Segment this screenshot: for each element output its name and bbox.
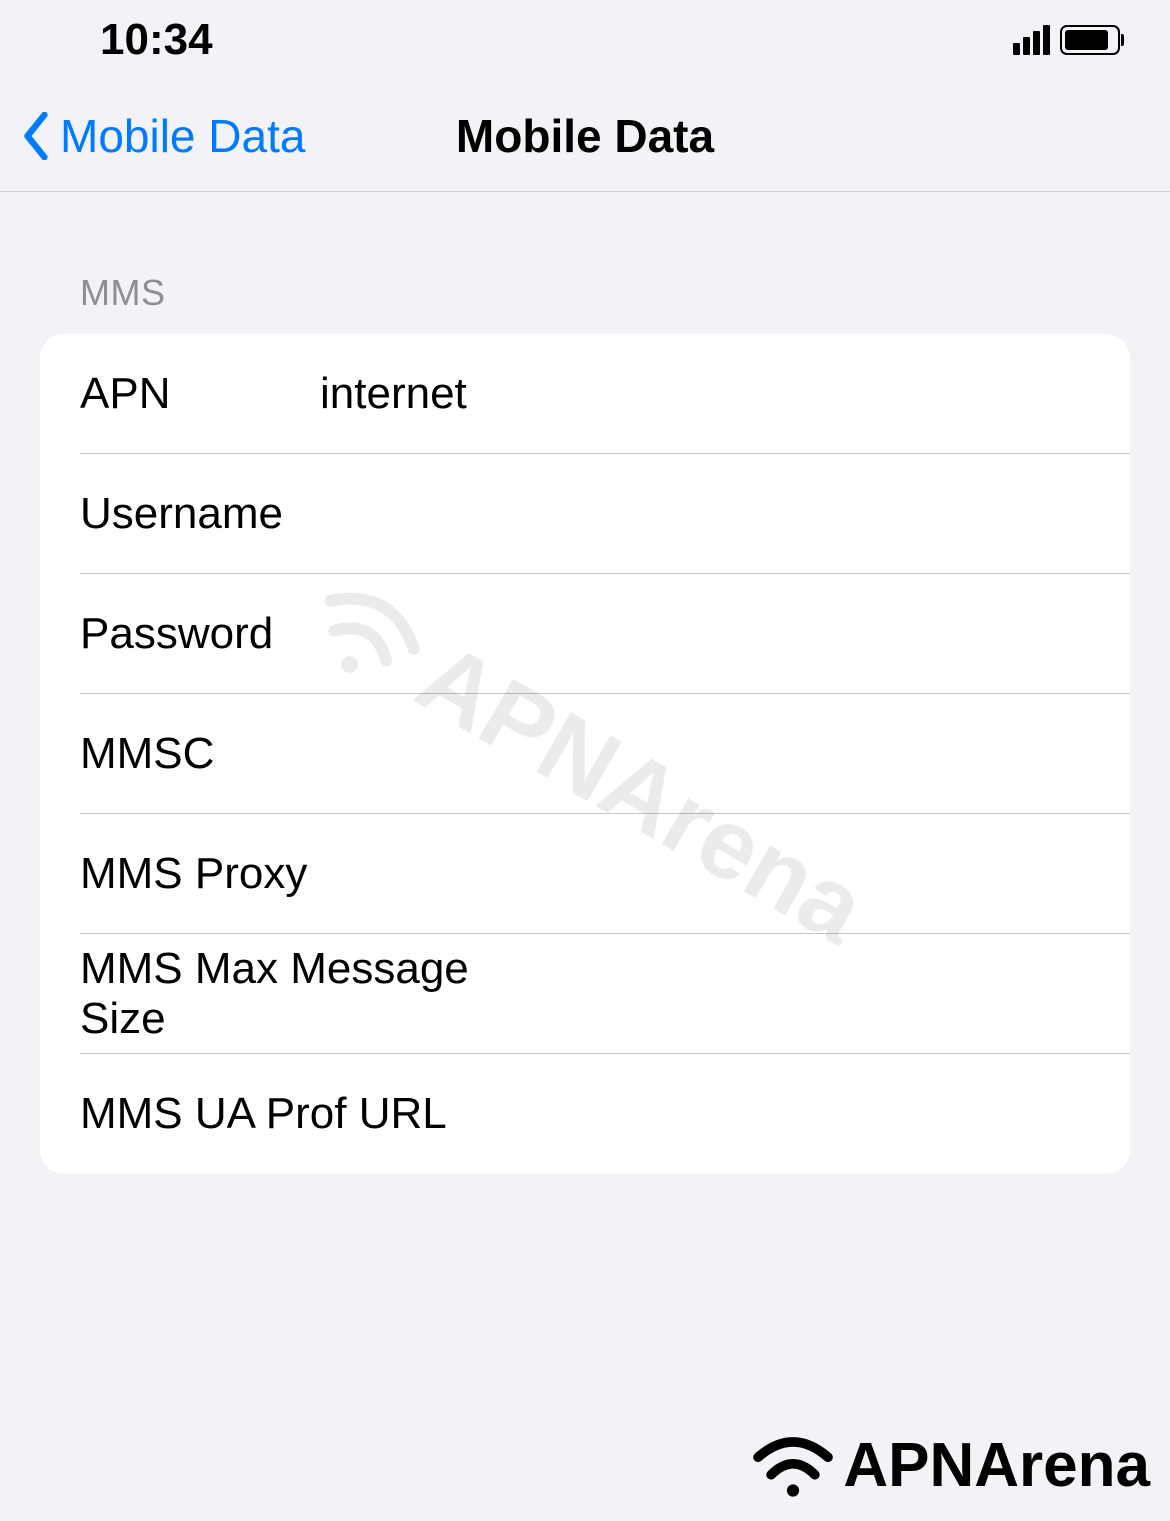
mms-proxy-input[interactable]	[320, 849, 1090, 899]
username-input[interactable]	[320, 489, 1090, 539]
cellular-signal-icon	[1013, 25, 1050, 55]
mms-max-size-input[interactable]	[515, 969, 1090, 1019]
password-row[interactable]: Password	[40, 574, 1130, 694]
mmsc-row[interactable]: MMSC	[40, 694, 1130, 814]
brand-logo: APNArena	[748, 1430, 1150, 1501]
back-button[interactable]: Mobile Data	[20, 109, 305, 163]
mms-ua-prof-row[interactable]: MMS UA Prof URL	[40, 1054, 1130, 1174]
status-bar: 10:34	[0, 0, 1170, 80]
brand-text: APNArena	[843, 1430, 1150, 1501]
mms-settings-group: APN Username Password MMSC MMS Proxy MMS…	[40, 334, 1130, 1174]
battery-icon	[1060, 25, 1120, 55]
page-title: Mobile Data	[456, 109, 714, 163]
mms-ua-prof-label: MMS UA Prof URL	[80, 1089, 447, 1139]
status-icons	[1013, 25, 1120, 55]
username-label: Username	[80, 489, 320, 539]
status-time: 10:34	[100, 15, 213, 65]
username-row[interactable]: Username	[40, 454, 1130, 574]
mms-max-size-label: MMS Max Message Size	[80, 944, 515, 1044]
mms-max-size-row[interactable]: MMS Max Message Size	[40, 934, 1130, 1054]
apn-label: APN	[80, 369, 320, 419]
section-header-mms: MMS	[40, 192, 1130, 334]
mmsc-label: MMSC	[80, 729, 320, 779]
apn-row[interactable]: APN	[40, 334, 1130, 454]
mms-ua-prof-input[interactable]	[447, 1089, 1090, 1139]
navigation-bar: Mobile Data Mobile Data	[0, 80, 1170, 192]
mms-proxy-row[interactable]: MMS Proxy	[40, 814, 1130, 934]
apn-input[interactable]	[320, 369, 1090, 419]
chevron-left-icon	[20, 112, 52, 160]
password-input[interactable]	[320, 609, 1090, 659]
back-label: Mobile Data	[60, 109, 305, 163]
password-label: Password	[80, 609, 320, 659]
content-area: MMS APN Username Password MMSC MMS Proxy…	[0, 192, 1170, 1174]
mmsc-input[interactable]	[320, 729, 1090, 779]
wifi-icon	[748, 1431, 838, 1501]
mms-proxy-label: MMS Proxy	[80, 849, 320, 899]
